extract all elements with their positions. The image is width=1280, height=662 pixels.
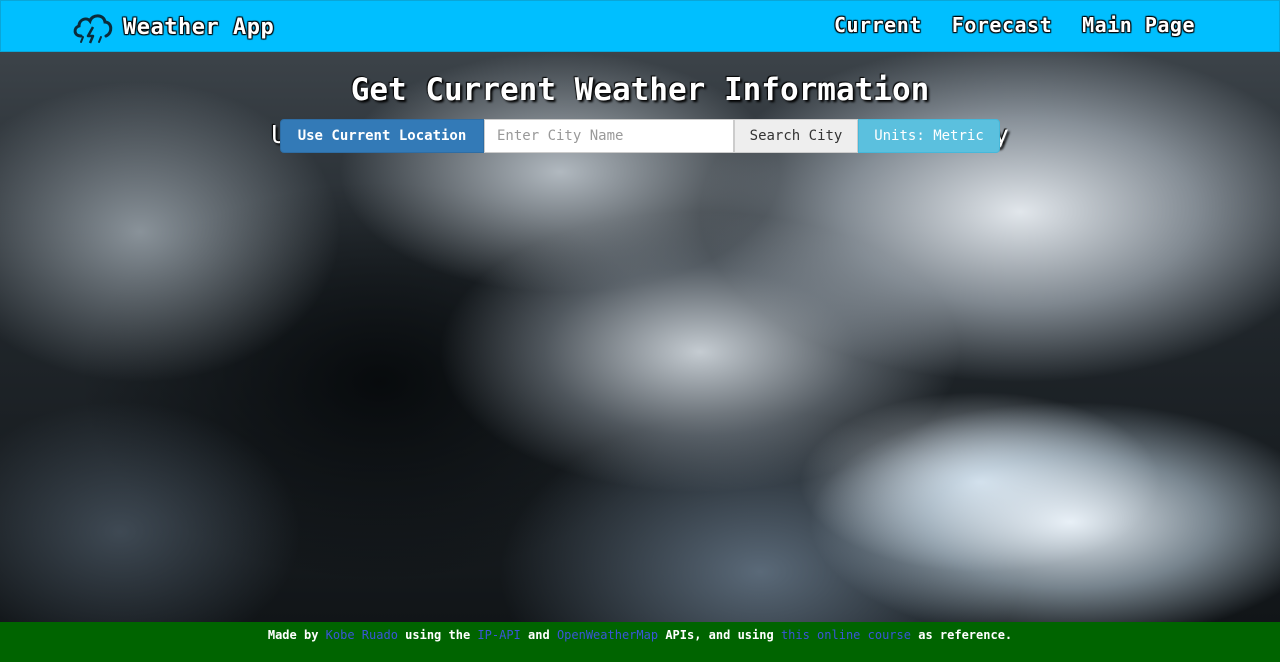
footer-as-reference: as reference. <box>918 628 1013 642</box>
cloud-lightning-icon <box>73 14 113 44</box>
footer-using-the: using the <box>405 628 471 642</box>
city-search-input[interactable] <box>484 119 734 153</box>
online-course-link[interactable]: this online course <box>781 628 911 642</box>
page-title: Get Current Weather Information <box>350 72 930 108</box>
nav-links: Current Forecast Main Page <box>834 13 1195 37</box>
brand-title: Weather App <box>123 14 275 40</box>
ip-api-link[interactable]: IP-API <box>477 628 520 642</box>
footer-made-by: Made by <box>267 628 319 642</box>
use-current-location-button[interactable]: Use Current Location <box>280 119 484 153</box>
nav-link-forecast[interactable]: Forecast <box>952 13 1052 37</box>
search-controls: Use Current Location Search City Units: … <box>280 119 1000 153</box>
brand-link[interactable]: Weather App <box>71 7 274 47</box>
nav-link-current[interactable]: Current <box>834 13 922 37</box>
footer-and: and <box>528 628 550 642</box>
search-city-button[interactable]: Search City <box>734 119 858 153</box>
author-link[interactable]: Kobe Ruado <box>326 628 398 642</box>
units-toggle-button[interactable]: Units: Metric <box>858 119 1000 153</box>
navbar: Weather App Current Forecast Main Page <box>0 0 1280 52</box>
nav-link-main-page[interactable]: Main Page <box>1082 13 1195 37</box>
footer: Made by Kobe Ruado using the IP-API and … <box>0 622 1280 662</box>
openweathermap-link[interactable]: OpenWeatherMap <box>557 628 658 642</box>
footer-apis-using: APIs, and using <box>665 628 774 642</box>
